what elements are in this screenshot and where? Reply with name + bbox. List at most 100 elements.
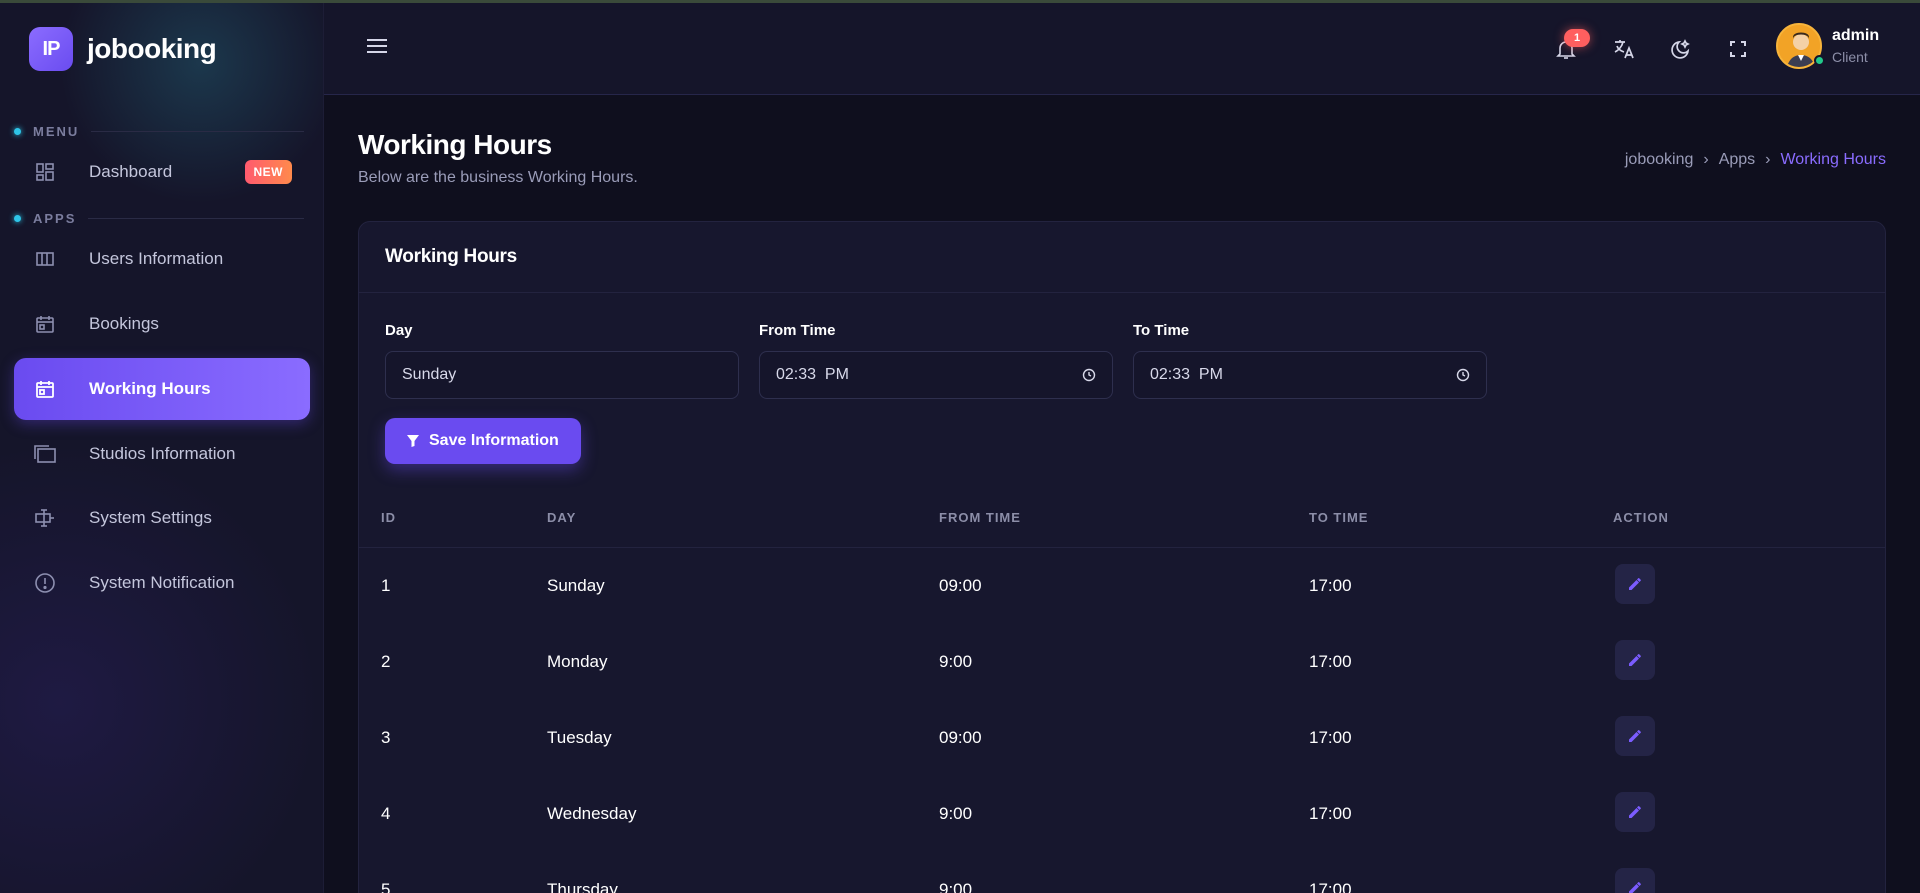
sidebar-item-users-information[interactable]: Users Information [14,228,310,290]
to-time-value: 02:33 PM [1150,366,1223,383]
breadcrumb-item-home[interactable]: jobooking [1625,151,1694,169]
user-name[interactable]: admin [1832,27,1879,45]
edit-button[interactable] [1615,868,1655,893]
cell-from-time: 9:00 [939,804,973,823]
section-divider [91,131,304,132]
to-time-input[interactable]: 02:33 PM [1133,351,1487,399]
sidebar-item-working-hours[interactable]: Working Hours [14,358,310,420]
moon-icon [1671,39,1690,59]
breadcrumb-separator-icon: › [1703,151,1709,168]
from-time-label: From Time [759,322,836,339]
section-apps: APPS [14,211,304,226]
cell-id: 5 [381,880,391,893]
table-row: 5 Thursday 9:00 17:00 [359,852,1885,893]
section-dot [14,128,21,135]
day-input[interactable]: Sunday [385,351,739,399]
user-role: Client [1832,49,1868,65]
from-time-field: From Time 02:33 PM [759,322,1113,399]
sidebar-item-label: Users Information [89,249,224,268]
edit-button[interactable] [1615,792,1655,832]
cell-day: Wednesday [547,804,637,823]
pencil-icon [1629,578,1641,590]
cell-to-time: 17:00 [1309,576,1352,595]
table-header: ID DAY FROM TIME TO TIME ACTION [359,486,1885,548]
sidebar-item-label: System Settings [89,508,212,527]
brand-name: jobooking [87,33,217,64]
settings-icon [32,505,58,531]
clock-icon[interactable] [1456,368,1470,382]
cell-from-time: 09:00 [939,576,982,595]
fullscreen-icon [1730,41,1746,57]
pencil-icon [1629,882,1641,893]
section-divider [88,218,304,219]
sidebar-item-studios-information[interactable]: Studios Information [14,423,310,485]
cell-id: 2 [381,652,391,671]
cell-from-time: 09:00 [939,728,982,747]
online-status-dot [1814,55,1825,66]
sidebar-item-dashboard[interactable]: Dashboard NEW [14,141,310,203]
cell-to-time: 17:00 [1309,652,1352,671]
sidebar-item-label: Working Hours [89,379,211,398]
language-button[interactable] [1608,33,1640,65]
main-content: Working Hours Below are the business Wor… [324,95,1920,893]
theme-toggle-button[interactable] [1665,33,1697,65]
cell-from-time: 9:00 [939,880,973,893]
day-value: Sunday [402,366,457,383]
section-menu: MENU [14,124,304,139]
menu-toggle-icon[interactable] [366,37,390,59]
sidebar-item-bookings[interactable]: Bookings [14,293,310,355]
cell-to-time: 17:00 [1309,728,1352,747]
cell-id: 3 [381,728,391,747]
save-button-label: Save Information [429,432,559,449]
edit-button[interactable] [1615,640,1655,680]
card-divider [359,292,1885,293]
to-time-label: To Time [1133,322,1190,339]
column-header-from-time[interactable]: FROM TIME [939,510,1021,525]
sidebar: IP jobooking MENU Dashboard NEW APPS Use… [0,3,324,893]
pencil-icon [1629,806,1641,818]
notification-count-badge: 1 [1564,29,1590,47]
top-header: 1 admin Client [324,3,1920,95]
section-dot [14,215,21,222]
edit-button[interactable] [1615,564,1655,604]
cell-day: Sunday [547,576,605,595]
translate-icon [1614,40,1634,59]
save-information-button[interactable]: Save Information [385,418,581,464]
calendar-icon [32,376,58,402]
breadcrumb: jobooking › Apps › Working Hours [1625,151,1886,169]
logo-mark: IP [29,27,73,71]
column-header-action: ACTION [1613,510,1669,525]
breadcrumb-item-current: Working Hours [1780,151,1886,168]
edit-button[interactable] [1615,716,1655,756]
folders-icon [32,441,58,467]
cell-id: 4 [381,804,391,823]
page-subtitle: Below are the business Working Hours. [358,169,638,186]
calendar-icon [32,311,58,337]
cell-day: Tuesday [547,728,612,747]
from-time-input[interactable]: 02:33 PM [759,351,1113,399]
brand-logo[interactable]: IP jobooking [29,27,217,71]
column-header-to-time[interactable]: TO TIME [1309,510,1368,525]
alert-circle-icon [32,570,58,596]
working-hours-card: Working Hours Day Sunday From Time 02:33… [358,221,1886,893]
cell-to-time: 17:00 [1309,804,1352,823]
fullscreen-button[interactable] [1722,33,1754,65]
breadcrumb-separator-icon: › [1765,151,1771,168]
page-title: Working Hours [358,129,552,160]
breadcrumb-item-apps[interactable]: Apps [1719,151,1755,169]
from-time-value: 02:33 PM [776,366,849,383]
filter-icon [407,435,419,447]
sidebar-item-label: Bookings [89,314,159,333]
column-header-day[interactable]: DAY [547,510,576,525]
to-time-field: To Time 02:33 PM [1133,322,1487,399]
cell-from-time: 9:00 [939,652,973,671]
cell-day: Thursday [547,880,618,893]
clock-icon[interactable] [1082,368,1096,382]
sidebar-item-system-notification[interactable]: System Notification [14,552,310,614]
working-hours-table: ID DAY FROM TIME TO TIME ACTION 1 Sunday… [359,486,1885,893]
sidebar-item-label: Studios Information [89,444,236,463]
notifications-button[interactable]: 1 [1550,29,1590,65]
column-header-id[interactable]: ID [381,510,396,525]
sidebar-item-system-settings[interactable]: System Settings [14,487,310,549]
sidebar-item-label: Dashboard [89,162,173,181]
